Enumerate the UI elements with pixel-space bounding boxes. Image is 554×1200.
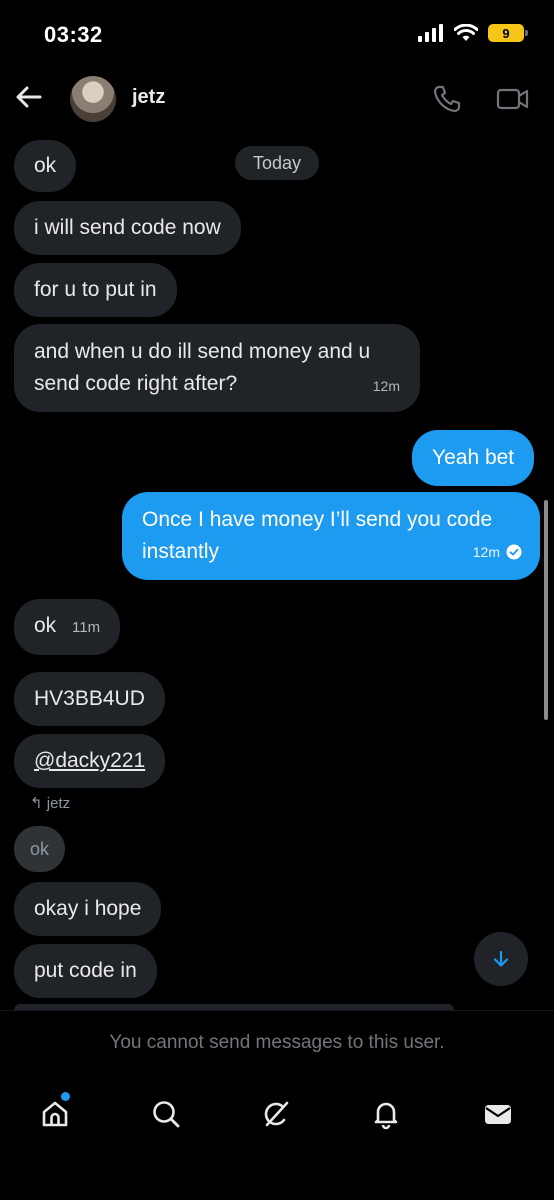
message-incoming[interactable]: okay i hope [14, 882, 162, 936]
nav-search[interactable] [144, 1092, 188, 1136]
message-incoming[interactable]: i will send code now [14, 201, 241, 255]
reply-arrow-icon: ↰ [30, 795, 43, 812]
scroll-to-bottom-button[interactable] [474, 932, 528, 986]
reply-to-name: jetz [46, 795, 71, 812]
message-outgoing[interactable]: Yeah bet [412, 430, 535, 486]
message-incoming[interactable]: put code in [14, 944, 157, 998]
conversation-username[interactable]: jetz [132, 86, 165, 109]
nav-messages[interactable] [476, 1092, 520, 1136]
message-timestamp: 12m [472, 544, 500, 560]
message-text: HV3BB4UD [34, 687, 145, 710]
divider [0, 1010, 554, 1011]
status-icons: 9 [418, 24, 528, 42]
bottom-nav [0, 1082, 554, 1152]
message-text: put code in [34, 959, 137, 982]
message-timestamp: 11m [72, 619, 101, 636]
message-text: ok [34, 154, 57, 177]
message-incoming[interactable]: and when u do ill send money and u send … [14, 324, 420, 412]
home-icon [42, 1101, 68, 1127]
message-outgoing[interactable]: Once I have money I’ll send you code ins… [122, 492, 540, 580]
quoted-message[interactable]: ok [14, 826, 66, 872]
nav-home[interactable] [33, 1092, 77, 1136]
message-incoming[interactable]: ok 11m [14, 599, 121, 655]
nav-notifications[interactable] [364, 1092, 408, 1136]
video-call-button[interactable] [496, 84, 530, 114]
message-text: Yeah bet [432, 446, 515, 469]
scrollbar[interactable] [544, 500, 548, 720]
message-text: Once I have money I’ll send you code ins… [142, 508, 493, 563]
reply-context: ↰ jetz [30, 794, 70, 812]
phone-icon [433, 85, 461, 113]
status-time: 03:32 [44, 22, 103, 47]
messages-icon [485, 1105, 511, 1124]
grok-icon [264, 1101, 289, 1127]
battery-level: 9 [502, 25, 510, 41]
conversation-header: jetz [0, 70, 554, 132]
arrow-left-icon [16, 86, 42, 108]
message-timestamp: 12m [372, 378, 400, 394]
message-incoming[interactable]: ok [14, 140, 77, 192]
search-icon [153, 1101, 180, 1128]
date-separator: Today [235, 146, 319, 180]
message-text: for u to put in [34, 278, 157, 301]
message-text: okay i hope [34, 897, 142, 920]
mention-link[interactable]: @dacky221 [34, 749, 145, 772]
cannot-message-notice: You cannot send messages to this user. [109, 1032, 445, 1053]
cellular-signal-icon [418, 24, 443, 42]
message-meta: 12m [473, 536, 522, 568]
message-incoming[interactable]: for u to put in [14, 263, 177, 317]
message-text: ok [34, 614, 57, 637]
read-check-icon [506, 544, 522, 560]
message-text: i will send code now [34, 216, 221, 239]
message-text: ok [30, 839, 50, 859]
new-activity-dot [61, 1092, 70, 1101]
message-incoming[interactable]: HV3BB4UD [14, 672, 165, 726]
arrow-down-icon [493, 950, 509, 967]
video-camera-icon [496, 88, 529, 110]
notifications-icon [374, 1102, 398, 1130]
message-text: and when u do ill send money and u send … [34, 340, 371, 395]
back-button[interactable] [14, 82, 44, 112]
battery-icon: 9 [488, 24, 528, 42]
message-incoming[interactable]: @dacky221 [14, 734, 166, 788]
status-bar: 03:32 9 [0, 0, 554, 70]
wifi-icon [454, 24, 478, 41]
call-button[interactable] [432, 84, 462, 114]
nav-grok[interactable] [254, 1092, 298, 1136]
avatar[interactable] [70, 76, 116, 122]
